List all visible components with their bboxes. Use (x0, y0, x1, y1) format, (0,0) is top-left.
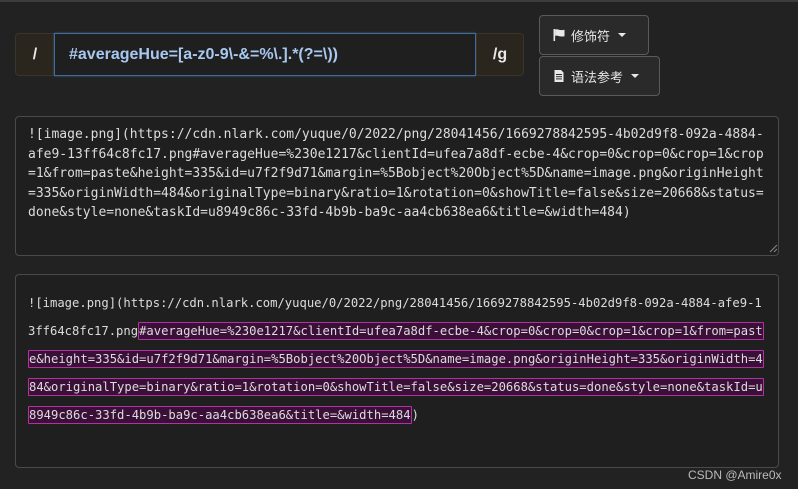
regex-flags-suffix: /g (476, 33, 524, 76)
flags-button-label: 修饰符 (571, 29, 611, 45)
regex-prefix: / (15, 33, 55, 76)
syntax-reference-dropdown-button[interactable]: 语法参考 (539, 56, 660, 96)
watermark: CSDN @Amire0x (688, 468, 782, 482)
regex-input[interactable] (54, 33, 476, 76)
match-result-panel: ![image.png](https://cdn.nlark.com/yuque… (15, 274, 779, 468)
test-string-textarea[interactable]: ![image.png](https://cdn.nlark.com/yuque… (15, 116, 779, 256)
flag-icon (552, 28, 566, 42)
reference-button-label: 语法参考 (571, 70, 624, 86)
resize-handle-icon[interactable] (768, 243, 778, 253)
match-highlight: #averageHue=%230e1217&clientId=ufea7a8df… (28, 322, 764, 424)
result-text-after: ) (411, 408, 419, 422)
flags-dropdown-button[interactable]: 修饰符 (539, 15, 649, 55)
chevron-down-icon (618, 33, 627, 37)
document-icon (552, 69, 566, 83)
chevron-down-icon (631, 74, 640, 78)
